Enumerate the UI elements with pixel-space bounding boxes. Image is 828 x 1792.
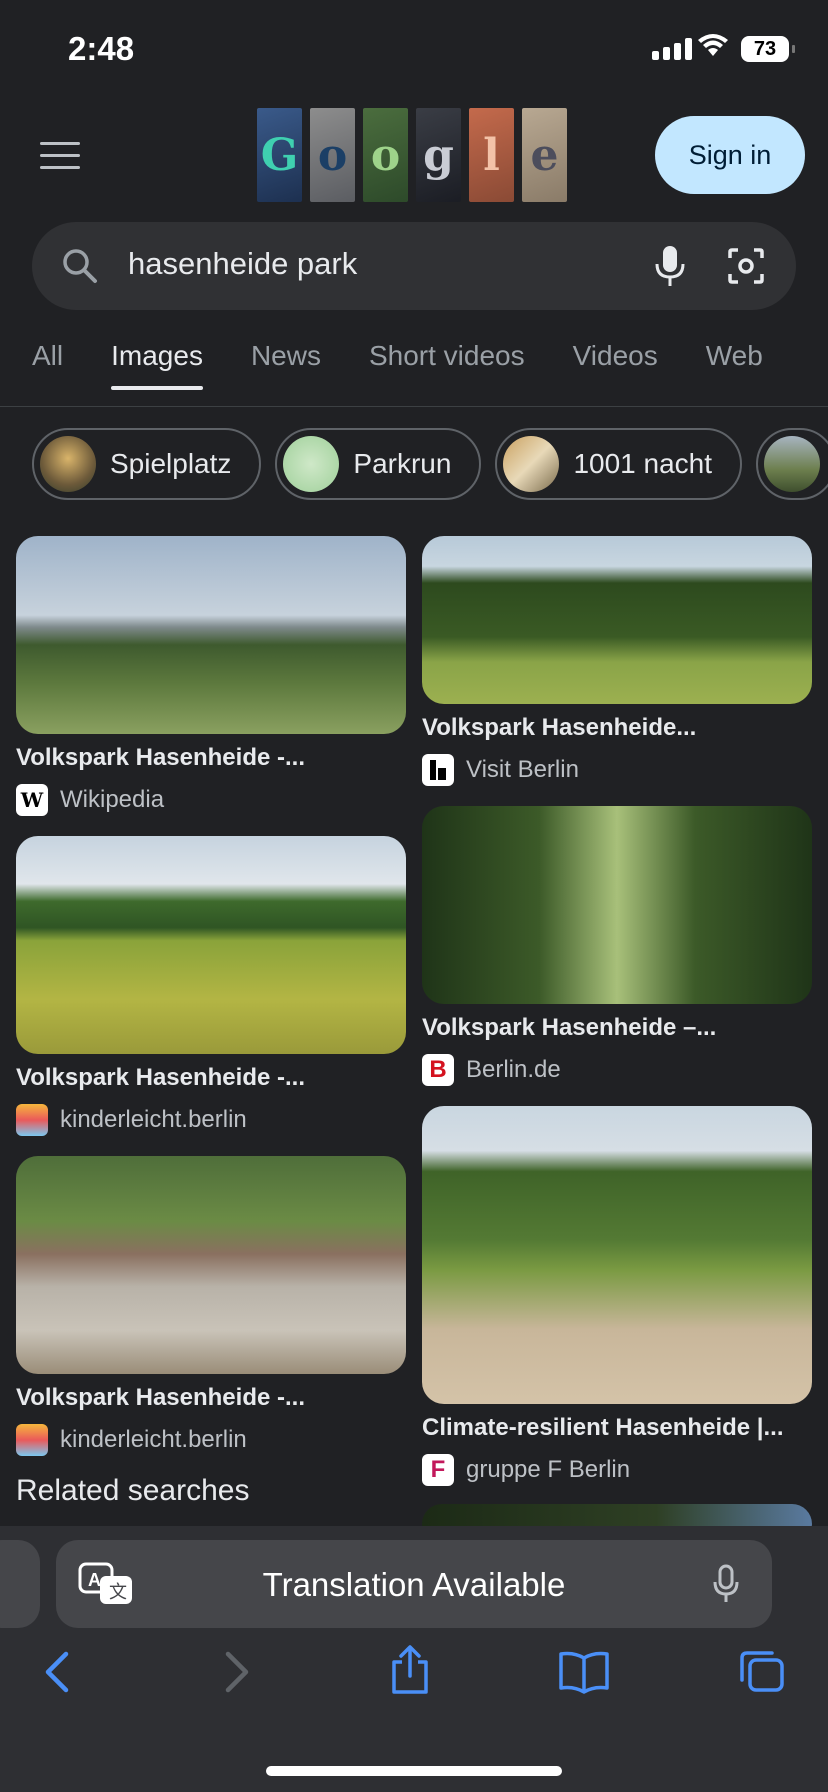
chip-label: Spielplatz (110, 448, 232, 479)
tabs-divider (0, 406, 828, 407)
result-title[interactable]: Volkspark Hasenheide -... (16, 1384, 406, 1412)
result-image[interactable] (422, 1106, 812, 1404)
chip-thumbnail (283, 436, 340, 492)
result-title[interactable]: Volkspark Hasenheide -... (16, 744, 406, 772)
wifi-icon (698, 34, 728, 56)
chip-more[interactable] (756, 428, 828, 500)
share-icon[interactable] (388, 1644, 432, 1696)
logo-letter: G (257, 108, 302, 202)
source-name: kinderleicht.berlin (60, 1426, 247, 1453)
kinderleicht-favicon-icon (16, 1104, 48, 1136)
image-result[interactable]: Volkspark Hasenheide -... W Wikipedia (16, 536, 406, 816)
result-source[interactable]: W Wikipedia (16, 784, 406, 816)
result-image[interactable] (16, 1156, 406, 1374)
logo-letter: l (469, 108, 514, 202)
tab-news[interactable]: News (251, 340, 321, 390)
wikipedia-favicon-icon: W (16, 784, 48, 816)
search-icon (63, 249, 97, 283)
source-name: Berlin.de (466, 1056, 561, 1083)
tab-short-videos[interactable]: Short videos (369, 340, 525, 390)
result-source[interactable]: kinderleicht.berlin (16, 1104, 406, 1136)
translation-bar[interactable]: A 文 Translation Available (56, 1540, 772, 1628)
chip-thumbnail (40, 436, 96, 492)
refinement-chips: Spielplatz Parkrun 1001 nacht (32, 428, 828, 500)
tabs-icon[interactable] (738, 1650, 786, 1694)
image-result[interactable]: Volkspark Hasenheide... Visit Berlin (422, 536, 812, 786)
tab-all[interactable]: All (32, 340, 63, 390)
back-icon[interactable] (42, 1650, 72, 1694)
battery-indicator: 73 (741, 36, 795, 62)
image-result[interactable]: Volkspark Hasenheide –... B Berlin.de (422, 806, 812, 1086)
result-image[interactable] (16, 836, 406, 1054)
previous-tab-pill[interactable] (0, 1540, 40, 1628)
search-box[interactable]: hasenheide park (32, 222, 796, 310)
chip-parkrun[interactable]: Parkrun (275, 428, 482, 500)
logo-letter: e (522, 108, 567, 202)
source-name: Wikipedia (60, 786, 165, 813)
berlin-de-favicon-icon: B (422, 1054, 454, 1086)
search-tabs: All Images News Short videos Videos Web (32, 340, 763, 400)
browser-toolbar (0, 1645, 828, 1710)
result-source[interactable]: kinderleicht.berlin (16, 1424, 406, 1456)
cellular-signal-icon (652, 38, 692, 60)
status-bar: 2:48 73 (0, 0, 828, 100)
mic-icon[interactable] (650, 244, 690, 288)
result-source[interactable]: F gruppe F Berlin (422, 1454, 812, 1486)
kinderleicht-favicon-icon (16, 1424, 48, 1456)
source-name: kinderleicht.berlin (60, 1106, 247, 1133)
result-image[interactable] (422, 806, 812, 1004)
chip-thumbnail (503, 436, 560, 492)
menu-icon[interactable] (40, 142, 80, 172)
visit-berlin-favicon-icon (422, 754, 454, 786)
chip-1001-nacht[interactable]: 1001 nacht (495, 428, 743, 500)
home-indicator[interactable] (266, 1766, 562, 1776)
chip-label: Parkrun (353, 448, 452, 479)
image-result[interactable]: Volkspark Hasenheide -... kinderleicht.b… (16, 1156, 406, 1456)
result-image[interactable] (16, 536, 406, 734)
result-title[interactable]: Volkspark Hasenheide –... (422, 1014, 812, 1042)
logo-letter: o (363, 108, 408, 202)
source-name: Visit Berlin (466, 756, 579, 783)
image-result[interactable]: Volkspark Hasenheide -... kinderleicht.b… (16, 836, 406, 1136)
result-image[interactable] (422, 536, 812, 704)
result-title[interactable]: Volkspark Hasenheide... (422, 714, 812, 742)
google-doodle-logo[interactable]: G o o g l e (257, 108, 567, 202)
logo-letter: o (310, 108, 355, 202)
tab-web[interactable]: Web (706, 340, 763, 390)
image-result[interactable]: Climate-resilient Hasenheide |... F grup… (422, 1106, 812, 1486)
translation-label: Translation Available (262, 1566, 566, 1603)
search-input[interactable]: hasenheide park (128, 246, 357, 282)
related-searches-heading: Related searches (16, 1474, 250, 1507)
result-source[interactable]: Visit Berlin (422, 754, 812, 786)
bookmarks-icon[interactable] (558, 1650, 610, 1694)
result-source[interactable]: B Berlin.de (422, 1054, 812, 1086)
logo-letter: g (416, 108, 461, 202)
result-title[interactable]: Climate-resilient Hasenheide |... (422, 1414, 812, 1442)
gruppe-f-favicon-icon: F (422, 1454, 454, 1486)
status-time: 2:48 (68, 30, 135, 67)
lens-icon[interactable] (726, 246, 766, 286)
source-name: gruppe F Berlin (466, 1456, 631, 1483)
chip-spielplatz[interactable]: Spielplatz (32, 428, 262, 500)
mic-icon[interactable] (712, 1564, 740, 1604)
tab-images[interactable]: Images (111, 340, 203, 390)
chip-thumbnail (764, 436, 821, 492)
result-title[interactable]: Volkspark Hasenheide -... (16, 1064, 406, 1092)
chip-label: 1001 nacht (573, 448, 713, 479)
tab-videos[interactable]: Videos (573, 340, 658, 390)
sign-in-button[interactable]: Sign in (655, 116, 805, 194)
forward-icon[interactable] (222, 1650, 252, 1694)
